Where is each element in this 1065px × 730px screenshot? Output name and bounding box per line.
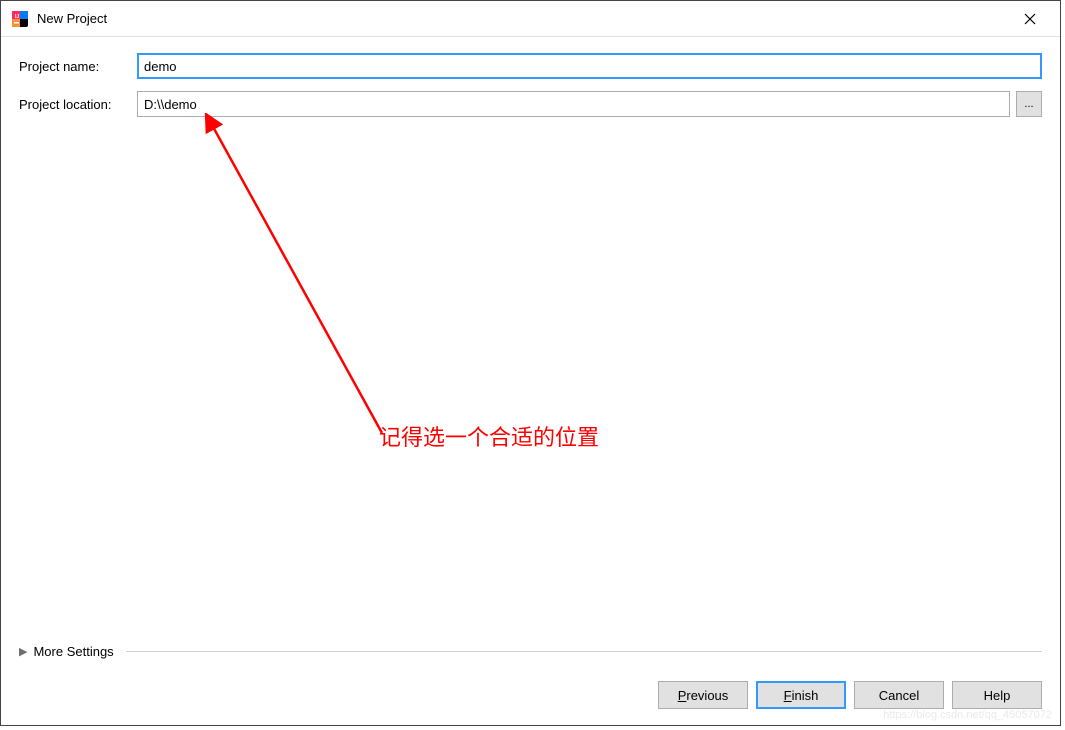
annotation-text: 记得选一个合适的位置 xyxy=(379,420,599,452)
annotation-arrow xyxy=(197,113,427,443)
project-name-label: Project name: xyxy=(19,59,131,74)
watermark: https://blog.csdn.net/qq_45057072 xyxy=(883,709,1052,721)
project-location-input[interactable] xyxy=(137,91,1010,117)
browse-button[interactable]: ... xyxy=(1016,91,1042,117)
dialog-content: Project name: Project location: ... 记得选一… xyxy=(1,37,1060,145)
more-settings-toggle[interactable]: ▶ More Settings xyxy=(19,644,1042,659)
window-title: New Project xyxy=(37,11,1010,26)
previous-button[interactable]: Previous xyxy=(658,681,748,709)
expand-right-icon: ▶ xyxy=(19,645,27,658)
separator-line xyxy=(126,651,1042,652)
finish-button[interactable]: Finish xyxy=(756,681,846,709)
project-location-label: Project location: xyxy=(19,97,131,112)
help-button[interactable]: Help xyxy=(952,681,1042,709)
project-name-row: Project name: xyxy=(19,53,1042,79)
button-bar: Previous Finish Cancel Help xyxy=(658,681,1042,709)
more-settings-label: More Settings xyxy=(33,644,113,659)
project-name-input[interactable] xyxy=(137,53,1042,79)
titlebar: IJ New Project xyxy=(1,1,1060,37)
close-button[interactable] xyxy=(1010,4,1050,34)
intellij-icon: IJ xyxy=(11,10,29,28)
project-location-row: Project location: ... xyxy=(19,91,1042,117)
cancel-button[interactable]: Cancel xyxy=(854,681,944,709)
new-project-dialog: IJ New Project Project name: Project loc… xyxy=(0,0,1061,726)
svg-text:IJ: IJ xyxy=(15,14,19,20)
